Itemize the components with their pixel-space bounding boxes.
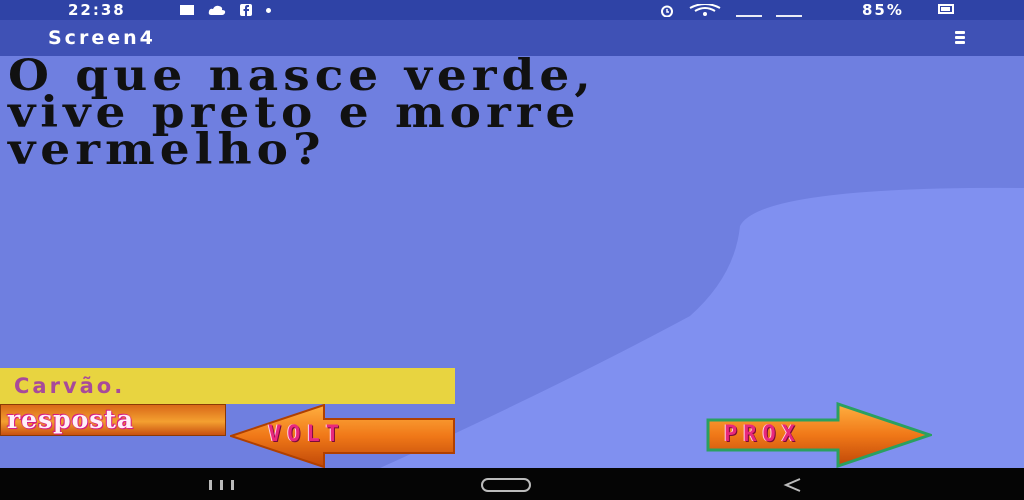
- signal-icon: [736, 3, 762, 17]
- wifi-icon: [689, 4, 721, 16]
- home-icon[interactable]: [481, 478, 531, 492]
- prox-button[interactable]: PROX: [706, 402, 932, 468]
- question-text: O que nasce verde, vive preto e morre ve…: [8, 56, 1008, 171]
- app-title: Screen4: [48, 27, 156, 49]
- dot-icon: [266, 7, 271, 13]
- cloud-icon: [208, 5, 226, 15]
- volt-button[interactable]: VOLT: [230, 404, 456, 468]
- notification-icons: [180, 4, 271, 16]
- answer-text: Carvão.: [14, 374, 126, 398]
- screen-content: O que nasce verde, vive preto e morre ve…: [0, 56, 1024, 468]
- alarm-icon: [661, 5, 673, 17]
- status-bar: 22:38 85%: [0, 0, 1024, 20]
- system-nav-bar: [0, 468, 1024, 500]
- back-icon[interactable]: [780, 477, 804, 493]
- resposta-label: resposta: [7, 405, 135, 434]
- battery-icon: [938, 4, 954, 14]
- facebook-icon: [240, 4, 252, 16]
- question-line: vermelho?: [8, 124, 326, 175]
- image-icon: [180, 5, 194, 15]
- app-bar: Screen4: [0, 20, 1024, 56]
- status-time: 22:38: [68, 1, 126, 19]
- prox-label: PROX: [724, 422, 801, 447]
- recents-icon[interactable]: [198, 480, 244, 492]
- resposta-button[interactable]: resposta: [0, 404, 226, 436]
- volte-signal-icon: [776, 3, 802, 17]
- answer-box: Carvão.: [0, 368, 455, 404]
- system-icons: [660, 3, 802, 17]
- volt-label: VOLT: [268, 422, 345, 447]
- overflow-menu-icon[interactable]: [954, 29, 966, 47]
- battery-percent: 85%: [862, 1, 904, 19]
